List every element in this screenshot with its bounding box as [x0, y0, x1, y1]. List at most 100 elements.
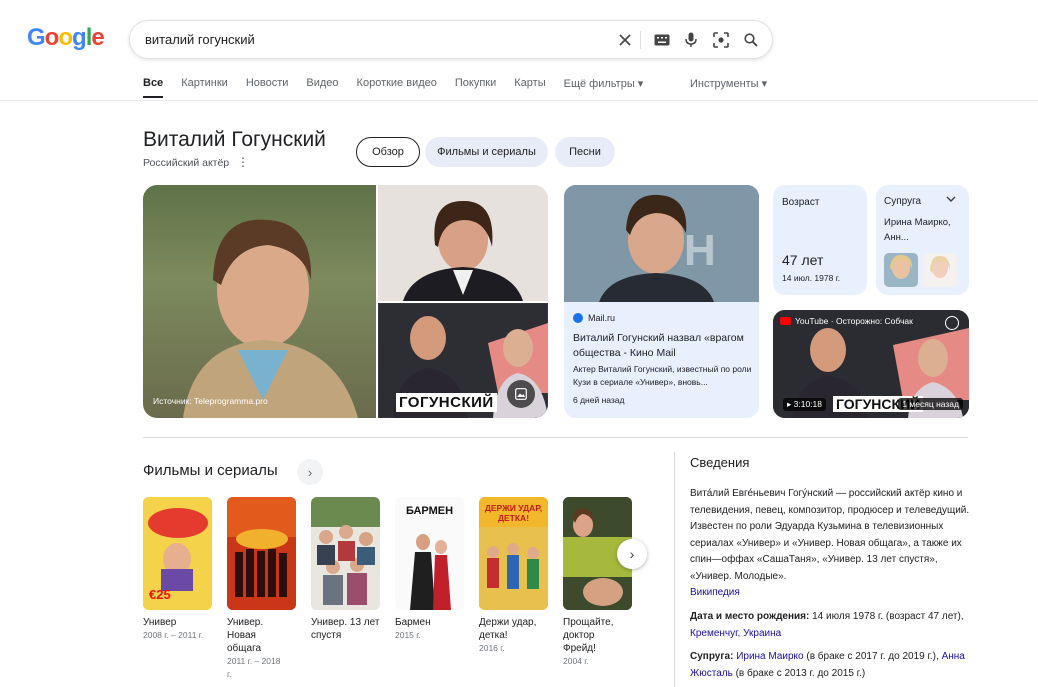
wikipedia-link[interactable]: Википедия [690, 587, 740, 598]
video-duration: ▸ 3:10:18 [783, 398, 827, 411]
spouse-avatar-2[interactable] [923, 253, 957, 287]
tab-all[interactable]: Все [143, 77, 164, 98]
age-card[interactable]: Возраст 47 лет 14 июл. 1978 г. [773, 185, 867, 295]
age-value: 47 лет [782, 252, 824, 268]
film-title: Универ. Новая общага [227, 617, 264, 654]
search-input[interactable]: виталий гогунский [145, 32, 255, 47]
film-year: 2016 г. [479, 643, 505, 653]
tab-more-filters[interactable]: Ещё фильтры ▾ [564, 77, 644, 98]
poster-derzhi-title: ДЕРЖИ УДАР, ДЕТКА! [484, 503, 543, 523]
search-divider [640, 31, 641, 49]
film-item-6[interactable]: Прощайте, доктор Фрейд! 2004 г. [563, 616, 625, 668]
spouse-avatar-1[interactable] [884, 253, 918, 287]
spouse-1-link[interactable]: Ирина Маирко [736, 651, 803, 662]
section-divider [143, 437, 968, 438]
film-item-4[interactable]: Бармен 2015 г. [395, 616, 467, 642]
birth-country-link[interactable]: Украина [743, 628, 781, 639]
about-heading: Сведения [690, 455, 750, 470]
tools-button[interactable]: Инструменты ▾ [690, 77, 767, 90]
tab-shopping[interactable]: Покупки [455, 77, 496, 98]
film-year: 2015 г. [395, 630, 421, 640]
chevron-down-icon[interactable] [946, 194, 956, 206]
film-item-1[interactable]: Универ 2008 г. – 2011 г. [143, 616, 215, 642]
fact-spouse-label: Супруга: [690, 651, 734, 662]
film-title: Универ [143, 617, 177, 628]
youtube-icon [780, 317, 791, 325]
column-divider [674, 452, 675, 687]
film-item-3[interactable]: Универ. 13 лет спустя [311, 616, 381, 642]
hero-caption: Источник: Teleprogramma.pro [153, 396, 268, 406]
film-title: Универ. 13 лет спустя [311, 617, 380, 641]
film-item-2[interactable]: Универ. Новая общага 2011 г. – 2018 г. [227, 616, 287, 681]
entity-subtitle: Российский актёр [143, 157, 230, 169]
news-source-label: Mail.ru [588, 313, 616, 323]
caret-down-icon: ▾ [637, 78, 644, 90]
news-snippet: Актер Виталий Гогунский, известный по ро… [573, 364, 752, 387]
tools-label: Инструменты [690, 78, 759, 90]
search-icon[interactable] [741, 30, 761, 50]
news-title[interactable]: Виталий Гогунский назвал «врагом обществ… [573, 331, 753, 361]
poster-univer[interactable]: €25 [143, 497, 212, 610]
film-title: Держи удар, детка! [479, 617, 537, 641]
fact-birth: Дата и место рождения: 14 июля 1978 г. (… [690, 609, 970, 642]
film-title: Бармен [395, 617, 431, 628]
film-year: 2011 г. – 2018 г. [227, 656, 281, 679]
film-year: 2008 г. – 2011 г. [143, 630, 204, 640]
about-description: Вита́лий Евге́ньевич Гогу́нский — россий… [690, 488, 970, 582]
fact-spouse: Супруга: Ирина Маирко (в браке с 2017 г.… [690, 649, 970, 682]
films-arrow-icon[interactable]: › [297, 459, 323, 485]
tab-videos[interactable]: Видео [306, 77, 338, 98]
film-title: Прощайте, доктор Фрейд! [563, 617, 614, 654]
hero-image[interactable]: Источник: Teleprogramma.pro [143, 185, 376, 418]
keyboard-icon[interactable] [652, 30, 672, 50]
search-box[interactable]: виталий гогунский [129, 20, 773, 59]
video-age: 1 месяц назад [898, 398, 963, 410]
caret-down-icon: ▾ [761, 78, 768, 90]
svg-text:Н: Н [684, 226, 716, 275]
spouse-label: Супруга [884, 196, 922, 207]
poster-barmen-title: БАРМЕН [405, 505, 454, 517]
birth-date: 14 июл. 1978 г. [782, 273, 841, 283]
poster-univer-novaya[interactable] [227, 497, 296, 610]
mail-ru-icon [573, 313, 583, 323]
poster-univer-13[interactable] [311, 497, 380, 610]
news-card[interactable]: Н Mail.ru Виталий Гогунский назвал «враг… [564, 185, 759, 418]
chip-overview[interactable]: Обзор [356, 137, 420, 167]
lens-icon[interactable] [711, 30, 731, 50]
video-card[interactable]: YouTube · Осторожно: Собчак ГОГУНСКИЙ ▸ … [773, 310, 969, 418]
clear-icon[interactable] [615, 30, 635, 50]
news-time: 6 дней назад [573, 395, 625, 405]
spouse-names: Ирина Маирко, Анн... [884, 217, 951, 243]
tab-news[interactable]: Новости [246, 77, 289, 98]
poster-barmen[interactable]: БАРМЕН [395, 497, 464, 610]
spouse-2-note: (в браке с 2013 г. до 2015 г.) [732, 667, 866, 679]
poster-derzhi-udar[interactable]: ДЕРЖИ УДАР, ДЕТКА! [479, 497, 548, 610]
image-search-icon[interactable] [507, 380, 535, 408]
more-filters-label: Ещё фильтры [563, 78, 635, 90]
poster-univer-number: €25 [149, 587, 171, 602]
photo-show[interactable]: ГОГУНСКИЙ [378, 303, 548, 418]
birth-city-link[interactable]: Кременчуг [690, 628, 738, 639]
search-tabs: Все Картинки Новости Видео Короткие виде… [143, 77, 661, 98]
fact-birth-value: 14 июля 1978 г. (возраст 47 лет), [809, 611, 964, 622]
films-heading[interactable]: Фильмы и сериалы [143, 462, 278, 479]
tab-short-videos[interactable]: Короткие видео [357, 77, 437, 98]
news-source: Mail.ru [573, 313, 615, 323]
chip-songs[interactable]: Песни [555, 137, 615, 167]
chip-films[interactable]: Фильмы и сериалы [425, 137, 548, 167]
header-divider [0, 100, 1038, 101]
more-options-icon[interactable]: ⋮ [237, 155, 249, 169]
microphone-icon[interactable] [681, 30, 701, 50]
tab-maps[interactable]: Карты [514, 77, 545, 98]
tab-images[interactable]: Картинки [181, 77, 228, 98]
entity-title: Виталий Гогунский [143, 128, 326, 151]
video-duration-value: 3:10:18 [793, 399, 823, 409]
google-logo[interactable]: Google [27, 24, 105, 52]
photo-studio[interactable] [378, 185, 548, 301]
fact-birth-label: Дата и место рождения: [690, 611, 810, 622]
films-next-button[interactable]: › [617, 539, 647, 569]
news-image: Н [564, 185, 759, 302]
film-item-5[interactable]: Держи удар, детка! 2016 г. [479, 616, 551, 655]
video-channel-label: YouTube · Осторожно: Собчак [795, 316, 913, 326]
spouse-card[interactable]: Супруга Ирина Маирко, Анн... [876, 185, 969, 295]
